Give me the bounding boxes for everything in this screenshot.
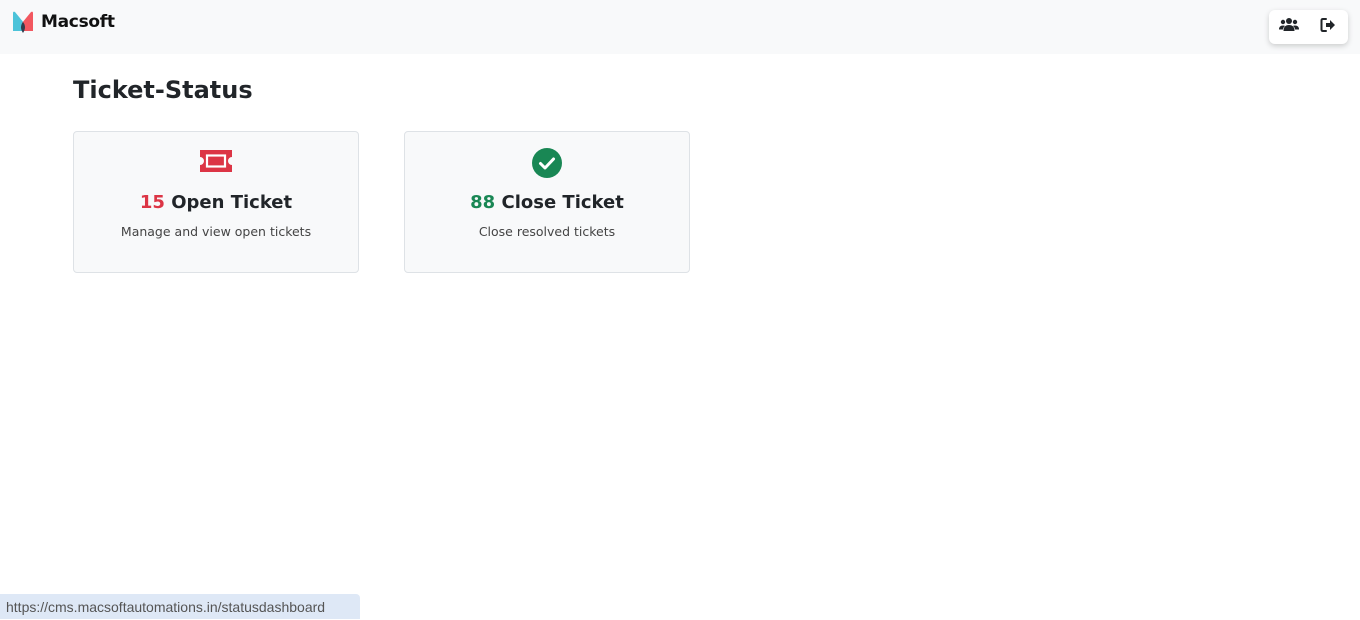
status-bar-url: https://cms.macsoftautomations.in/status…: [0, 594, 360, 619]
open-ticket-description: Manage and view open tickets: [120, 224, 312, 239]
open-ticket-card[interactable]: 15 Open Ticket Manage and view open tick…: [73, 131, 359, 273]
brand-link[interactable]: Macsoft: [11, 10, 115, 34]
sign-out-button[interactable]: [1313, 12, 1343, 42]
users-icon: [1278, 17, 1299, 37]
check-circle-icon: [405, 148, 689, 178]
nav-actions-group: [1269, 10, 1348, 44]
users-button[interactable]: [1274, 12, 1304, 42]
close-ticket-label: Close Ticket: [501, 192, 624, 213]
top-navbar: Macsoft: [0, 0, 1360, 54]
sign-out-icon: [1320, 17, 1336, 37]
close-ticket-heading: 88 Close Ticket: [405, 192, 689, 213]
ticket-icon: [74, 148, 358, 178]
open-ticket-count: 15: [139, 192, 165, 213]
page-title: Ticket-Status: [73, 76, 253, 104]
open-ticket-label: Open Ticket: [171, 192, 293, 213]
brand-name: Macsoft: [41, 12, 115, 32]
macsoft-logo-icon: [11, 10, 35, 34]
open-ticket-heading: 15 Open Ticket: [74, 192, 358, 213]
close-ticket-description: Close resolved tickets: [478, 224, 616, 239]
close-ticket-count: 88: [470, 192, 496, 213]
close-ticket-card[interactable]: 88 Close Ticket Close resolved tickets: [404, 131, 690, 273]
